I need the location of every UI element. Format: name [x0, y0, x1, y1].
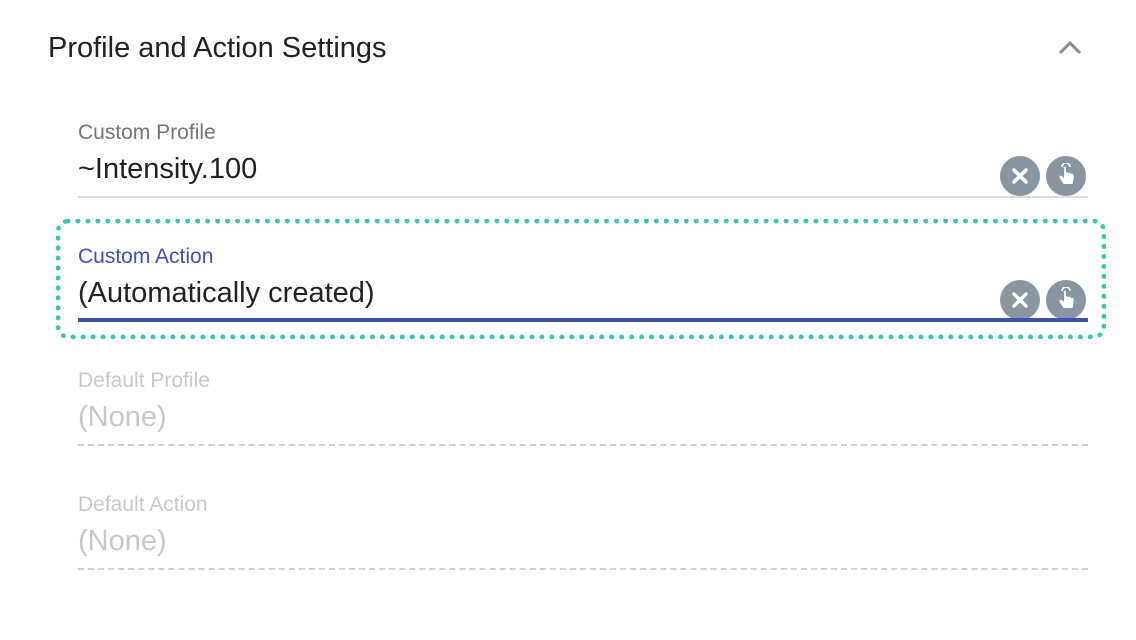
default-profile-value: (None) [78, 401, 167, 433]
custom-action-value[interactable]: (Automatically created) [78, 274, 375, 312]
custom-action-field[interactable]: Custom Action (Automatically created) [78, 244, 1088, 334]
custom-profile-field[interactable]: Custom Profile ~Intensity.100 [78, 120, 1088, 210]
clear-custom-action-button[interactable] [1000, 280, 1040, 320]
clear-custom-profile-button[interactable] [1000, 156, 1040, 196]
custom-profile-label: Custom Profile [78, 121, 216, 144]
close-icon [1012, 168, 1028, 184]
default-action-field: Default Action (None) [78, 492, 1088, 582]
default-action-label: Default Action [78, 493, 208, 516]
touch-pointer-icon [1059, 163, 1074, 184]
select-custom-profile-button[interactable] [1046, 156, 1086, 196]
section-title: Profile and Action Settings [48, 32, 387, 64]
default-profile-label: Default Profile [78, 369, 210, 392]
custom-profile-underline [78, 196, 1088, 198]
default-action-value: (None) [78, 525, 167, 557]
select-custom-action-button[interactable] [1046, 280, 1086, 320]
section-header: Profile and Action Settings [48, 28, 1096, 68]
collapse-button[interactable] [1054, 32, 1086, 64]
custom-action-underline [78, 318, 1088, 322]
default-action-underline [78, 568, 1088, 570]
custom-profile-value[interactable]: ~Intensity.100 [78, 150, 257, 188]
touch-pointer-icon [1059, 287, 1074, 308]
default-profile-underline [78, 444, 1088, 446]
default-profile-field: Default Profile (None) [78, 368, 1088, 458]
custom-action-label: Custom Action [78, 245, 214, 268]
close-icon [1012, 292, 1028, 308]
chevron-up-icon [1058, 40, 1082, 55]
